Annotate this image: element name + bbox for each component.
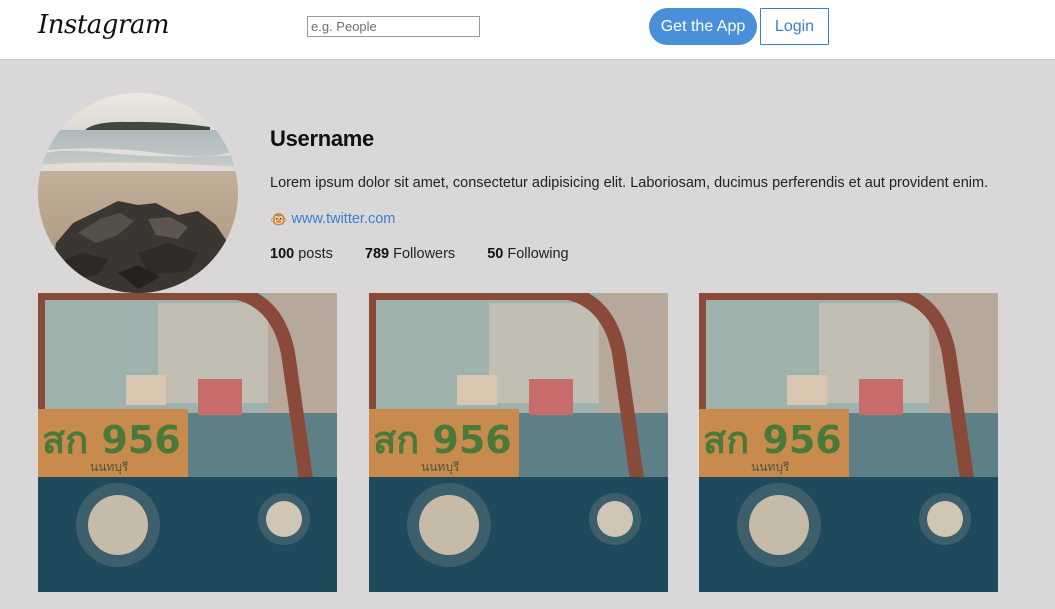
post-thumbnail[interactable]: สก 956 นนทบุรี [369, 293, 668, 592]
stat-following[interactable]: 50 Following [487, 246, 568, 262]
stat-count: 100 [270, 246, 295, 262]
stat-count: 789 [364, 246, 390, 262]
plate-subtext: นนทบุรี [90, 460, 129, 475]
plate-subtext: นนทบุรี [751, 460, 790, 475]
profile-stats: 100 posts 789 Followers 50 Following [270, 246, 601, 262]
monkey-icon: 🐵 [270, 211, 288, 227]
post-thumbnail[interactable]: สก 956 นนทบุรี [699, 293, 998, 592]
plate-text: สก 956 [42, 418, 181, 462]
profile-link[interactable]: www.twitter.com [291, 211, 395, 227]
profile-link-row: 🐵 www.twitter.com [270, 211, 395, 227]
plate-text: สก 956 [373, 418, 512, 462]
plate-text: สก 956 [703, 418, 842, 462]
get-the-app-button[interactable]: Get the App [649, 8, 757, 45]
stat-label: Following [507, 246, 569, 262]
stat-label: posts [298, 246, 333, 262]
search-input[interactable] [307, 16, 480, 37]
profile-avatar [38, 93, 238, 293]
login-button[interactable]: Login [760, 8, 829, 45]
instagram-logo[interactable]: Instagram [38, 10, 170, 40]
profile-username: Username [270, 126, 374, 151]
stat-posts: 100 posts [270, 246, 333, 262]
top-navbar: Instagram Get the App Login [0, 0, 1055, 60]
plate-subtext: นนทบุรี [421, 460, 460, 475]
stat-count: 50 [487, 246, 504, 262]
stat-label: Followers [393, 246, 456, 262]
stat-followers[interactable]: 789 Followers [365, 246, 455, 262]
post-thumbnail[interactable]: สก 956 นนทบุรี [38, 293, 337, 592]
profile-bio: Lorem ipsum dolor sit amet, consectetur … [270, 175, 989, 191]
